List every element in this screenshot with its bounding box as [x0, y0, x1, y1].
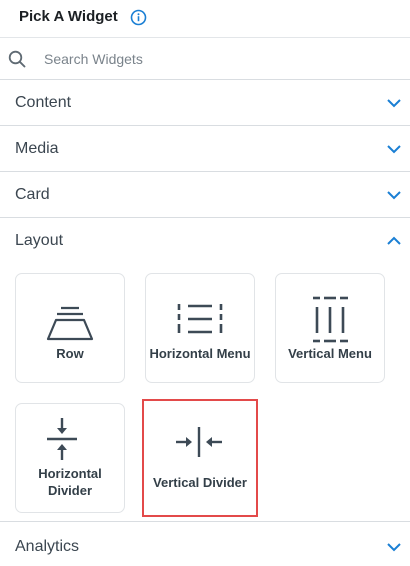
search-icon: [8, 50, 26, 68]
widget-label: Vertical Divider: [153, 475, 247, 490]
section-label: Card: [15, 186, 50, 203]
search-input[interactable]: [44, 48, 394, 70]
vertical-menu-icon: [313, 296, 348, 343]
widget-tile-vertical-menu[interactable]: Vertical Menu: [275, 273, 385, 383]
panel-header: Pick A Widget: [0, 0, 410, 38]
widget-label: Horizontal Menu: [149, 346, 251, 361]
widget-label: Horizontal: [38, 466, 102, 481]
widget-tile-row[interactable]: Row: [15, 273, 125, 383]
section-card[interactable]: Card: [0, 172, 410, 218]
widget-label: Vertical Menu: [288, 346, 372, 361]
section-label: Media: [15, 140, 59, 157]
section-media[interactable]: Media: [0, 126, 410, 172]
widget-label: Row: [56, 346, 84, 361]
chevron-down-icon[interactable]: [386, 189, 402, 201]
section-label: Layout: [15, 232, 64, 249]
widget-tile-horizontal-menu[interactable]: Horizontal Menu: [145, 273, 255, 383]
chevron-down-icon[interactable]: [386, 97, 402, 109]
horizontal-menu-icon: [177, 304, 223, 334]
chevron-down-icon[interactable]: [386, 143, 402, 155]
section-layout[interactable]: Layout: [0, 218, 410, 264]
vertical-divider-icon: [176, 427, 222, 457]
info-icon[interactable]: [130, 9, 147, 26]
row-icon: [46, 306, 94, 341]
widget-label: Divider: [47, 483, 93, 498]
chevron-down-icon[interactable]: [386, 541, 402, 553]
widget-tile-horizontal-divider[interactable]: Horizontal Divider: [15, 403, 125, 513]
section-label: Content: [15, 94, 72, 111]
chevron-up-icon[interactable]: [386, 235, 402, 247]
horizontal-divider-icon: [47, 418, 77, 460]
widget-tile-vertical-divider[interactable]: Vertical Divider: [142, 399, 258, 517]
panel-title: Pick A Widget: [19, 8, 118, 25]
layout-widget-grid: Row Horizontal Menu Vertical Menu Horizo…: [0, 264, 410, 522]
search-bar: [0, 38, 410, 80]
section-label: Analytics: [15, 538, 80, 555]
section-content[interactable]: Content: [0, 80, 410, 126]
section-analytics[interactable]: Analytics: [0, 522, 410, 566]
